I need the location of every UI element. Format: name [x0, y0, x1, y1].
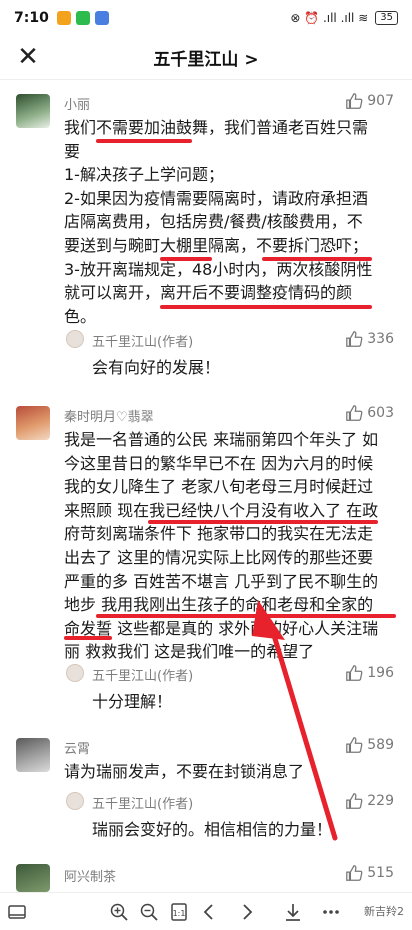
page-icon[interactable]: 1:1 — [168, 901, 190, 923]
annotation-arrow — [252, 600, 338, 841]
prev-page-icon[interactable] — [198, 901, 220, 923]
next-page-icon[interactable] — [236, 901, 258, 923]
bottom-toolbar: 1:1 新吉羚2 — [0, 892, 412, 930]
svg-text:1:1: 1:1 — [173, 909, 186, 918]
download-icon[interactable] — [282, 901, 304, 923]
more-icon[interactable] — [320, 901, 342, 923]
zoom-out-icon[interactable] — [138, 901, 160, 923]
zoom-in-icon[interactable] — [108, 901, 130, 923]
watermark-text: 新吉羚2 — [364, 905, 404, 918]
window-icon[interactable] — [6, 901, 28, 923]
